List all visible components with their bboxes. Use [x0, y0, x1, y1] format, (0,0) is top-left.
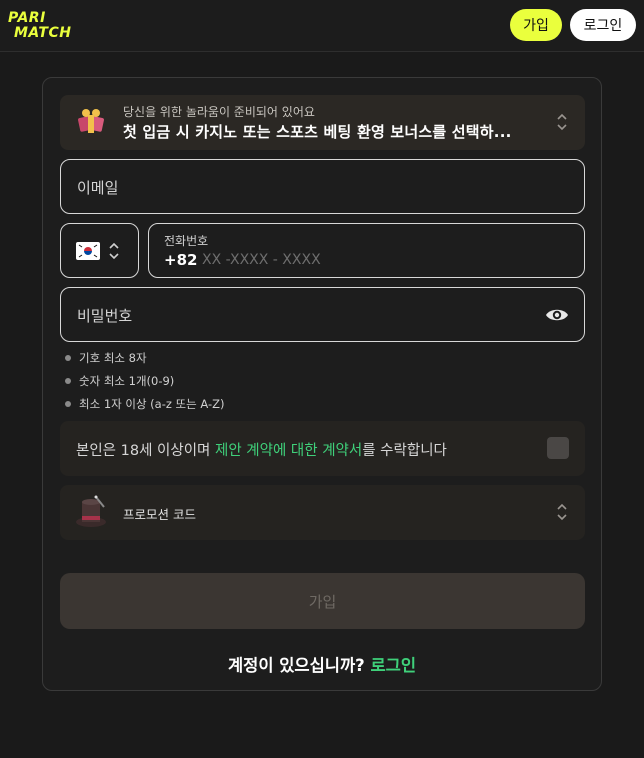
terms-agreement: 본인은 18세 이상이며 제안 계약에 대한 계약서를 수락합니다	[60, 421, 585, 476]
registration-form: 당신을 위한 놀라움이 준비되어 있어요 첫 입금 시 카지노 또는 스포츠 베…	[42, 77, 602, 691]
phone-country-code: +82	[164, 251, 198, 269]
email-field[interactable]: 이메일	[60, 159, 585, 214]
terms-text: 본인은 18세 이상이며 제안 계약에 대한 계약서를 수락합니다	[76, 439, 447, 460]
signup-button[interactable]: 가입	[510, 9, 562, 41]
promo-code-label: 프로모션 코드	[123, 507, 196, 522]
terms-link[interactable]: 제안 계약에 대한 계약서	[215, 443, 362, 459]
submit-signup-button[interactable]: 가입	[60, 573, 585, 629]
password-field[interactable]: 비밀번호	[60, 287, 585, 342]
login-link[interactable]: 로그인	[370, 656, 416, 675]
gift-icon	[74, 105, 108, 139]
magic-hat-icon	[74, 494, 108, 530]
south-korea-flag-icon	[76, 242, 100, 260]
chevron-updown-icon	[555, 502, 569, 522]
password-placeholder: 비밀번호	[77, 307, 133, 325]
svg-text:MATCH: MATCH	[14, 25, 71, 39]
chevron-updown-icon	[555, 112, 569, 132]
terms-checkbox[interactable]	[547, 437, 569, 459]
promo-code-selector[interactable]: 프로모션 코드	[60, 485, 585, 540]
password-rule: 최소 1자 이상 (a-z 또는 A-Z)	[63, 395, 225, 418]
terms-suffix: 를 수락합니다	[362, 443, 447, 459]
country-code-selector[interactable]	[60, 223, 139, 278]
phone-label: 전화번호	[164, 234, 209, 248]
chevron-updown-icon	[107, 241, 121, 261]
password-rules: 기호 최소 8자 숫자 최소 1개(0-9) 최소 1자 이상 (a-z 또는 …	[63, 349, 225, 418]
svg-text:PARI: PARI	[8, 10, 46, 26]
eye-icon[interactable]	[544, 304, 570, 326]
phone-field[interactable]: 전화번호 +82 XX -XXXX - XXXX	[148, 223, 585, 278]
login-prompt: 계정이 있으십니까? 로그인	[43, 652, 601, 676]
bonus-title: 첫 입금 시 카지노 또는 스포츠 베팅 환영 보너스를 선택하...	[123, 123, 512, 141]
bonus-selector[interactable]: 당신을 위한 놀라움이 준비되어 있어요 첫 입금 시 카지노 또는 스포츠 베…	[60, 95, 585, 150]
login-question: 계정이 있으십니까?	[227, 656, 365, 675]
phone-placeholder: XX -XXXX - XXXX	[202, 252, 321, 268]
login-button[interactable]: 로그인	[570, 9, 636, 41]
parimatch-logo[interactable]: PARI MATCH	[6, 9, 106, 39]
password-rule: 기호 최소 8자	[63, 349, 225, 372]
top-bar: PARI MATCH 가입 로그인	[0, 0, 644, 52]
terms-prefix: 본인은 18세 이상이며	[76, 443, 215, 459]
bonus-caption: 당신을 위한 놀라움이 준비되어 있어요	[123, 105, 315, 119]
password-rule: 숫자 최소 1개(0-9)	[63, 372, 225, 395]
email-placeholder: 이메일	[77, 179, 119, 197]
